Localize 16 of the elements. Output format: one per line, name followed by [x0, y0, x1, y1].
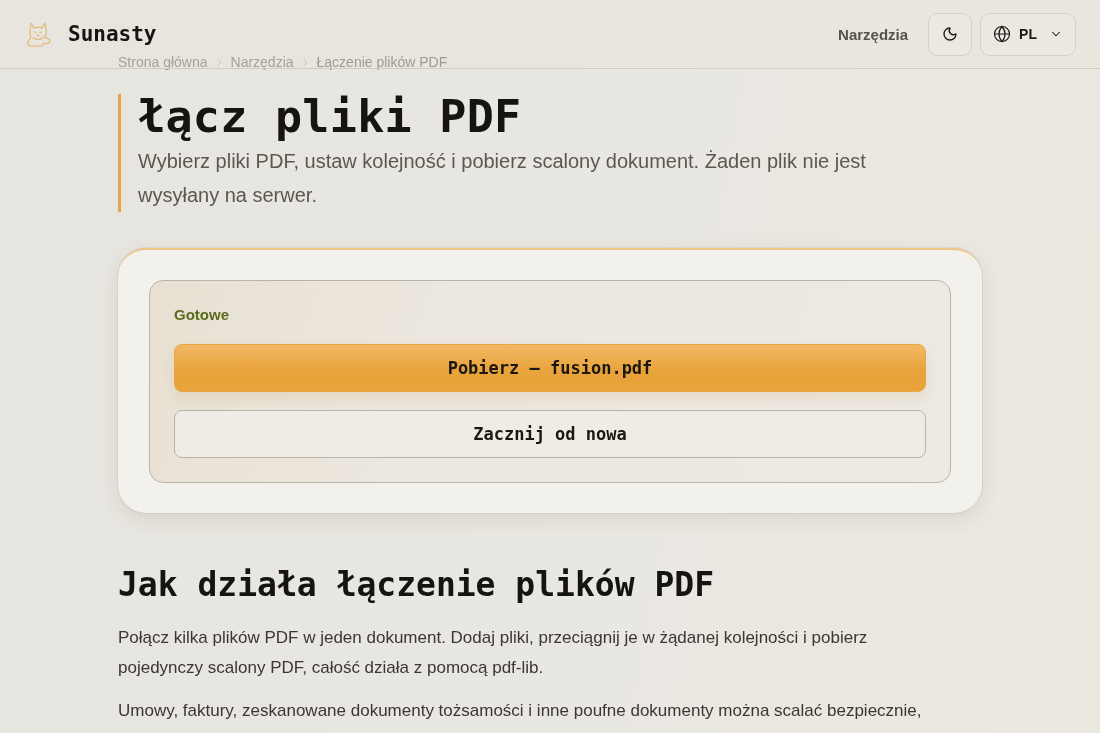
body-paragraph: Umowy, faktury, zeskanowane dokumenty tożsamości i inne poufne dokumenty można scalać bezpiecznie, — [118, 700, 923, 722]
breadcrumb-current: Łączenie plików PDF — [316, 54, 448, 70]
brand-name[interactable]: Sunasty — [68, 22, 157, 46]
globe-icon — [993, 25, 1012, 43]
page-title: łącz pliki PDF — [138, 94, 523, 140]
theme-toggle-button[interactable] — [928, 12, 973, 56]
language-button[interactable]: PL — [980, 12, 1076, 56]
status-label: Gotowe — [174, 306, 230, 324]
moon-icon — [942, 26, 959, 42]
section-heading: Jak działa łączenie plików PDF — [118, 564, 716, 606]
body-paragraph: Połącz kilka plików PDF w jeden dokument. Dodaj pliki, przeciągnij je w żądanej kolejności i pobierz pojedynczy scalony PDF, całość działa z pomocą pdf-lib. — [118, 627, 869, 679]
cat-logo-icon — [26, 20, 52, 48]
restart-button[interactable]: Zacznij od nowa — [174, 410, 926, 458]
download-button[interactable]: Pobierz — fusion.pdf — [174, 344, 926, 392]
page-subtitle: Wybierz pliki PDF, ustaw kolejność i pobierz scalony dokument. Żaden plik nie jest wysyłany na serwer. — [138, 149, 867, 208]
nav-link[interactable]: Narzędzia — [838, 25, 909, 43]
